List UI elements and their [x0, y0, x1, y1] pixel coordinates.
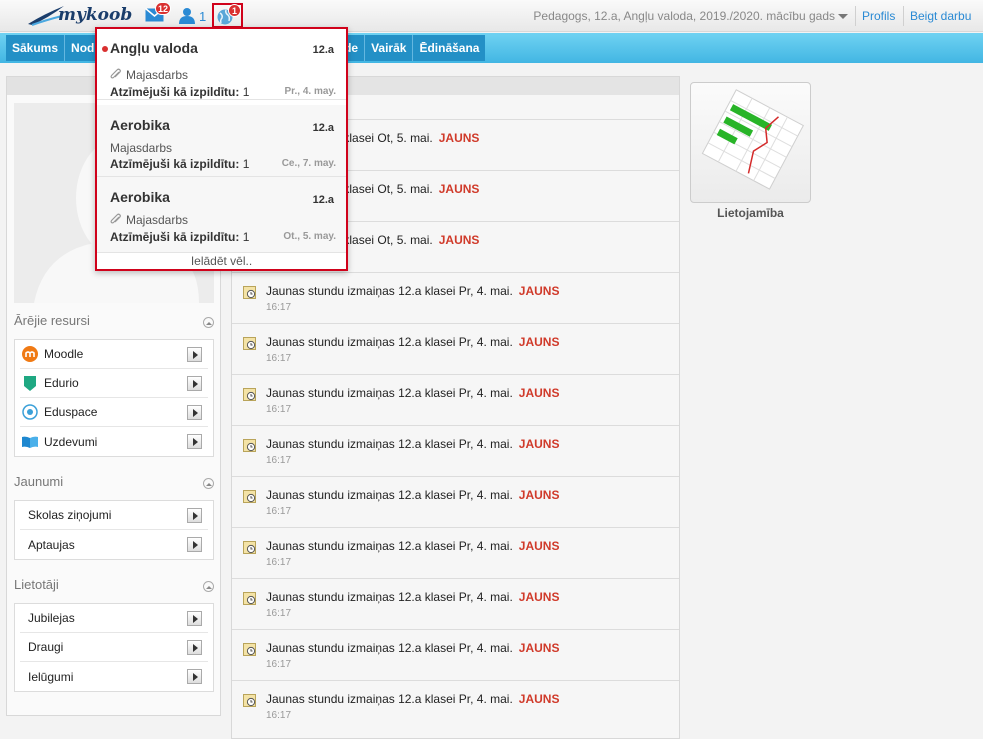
- users-count: 1: [199, 9, 207, 24]
- feed-item-time: 16:17: [266, 302, 292, 313]
- list-item-surveys[interactable]: Aptaujas: [20, 530, 208, 559]
- context-selector[interactable]: Pedagogs, 12.a, Angļu valoda, 2019./2020…: [533, 9, 835, 23]
- unread-dot-icon: [102, 46, 108, 52]
- new-badge: JAUNS: [438, 233, 480, 247]
- feed-item[interactable]: Jaunas stundu izmaiņas 12.a klasei Pr, 4…: [232, 629, 679, 680]
- moodle-icon: [22, 346, 38, 362]
- logo-text: mykoob: [58, 5, 133, 25]
- feed-item-time: 16:17: [266, 455, 292, 466]
- list-item-friends[interactable]: Draugi: [20, 633, 208, 662]
- usability-widget[interactable]: [690, 82, 811, 203]
- new-badge: JAUNS: [438, 131, 480, 145]
- play-button[interactable]: [187, 669, 202, 684]
- timetable-change-icon: [243, 694, 256, 707]
- play-button[interactable]: [187, 537, 202, 552]
- nav-item-edinasana[interactable]: Ēdināšana: [413, 35, 485, 61]
- collapse-icon[interactable]: [203, 581, 214, 592]
- edurio-icon: [22, 375, 38, 391]
- list-item-moodle[interactable]: Moodle: [20, 340, 208, 369]
- timetable-change-icon: [243, 337, 256, 350]
- profile-link[interactable]: Profils: [862, 9, 895, 23]
- divider: [903, 6, 904, 26]
- play-button[interactable]: [187, 405, 202, 420]
- feed-item[interactable]: Jaunas stundu izmaiņas 12.a klasei Pr, 4…: [232, 323, 679, 374]
- list-item-uzdevumi[interactable]: Uzdevumi: [20, 427, 208, 456]
- notifications-badge: 1: [228, 4, 241, 17]
- feed-item[interactable]: Jaunas stundu izmaiņas 12.a klasei Pr, 4…: [232, 527, 679, 578]
- users-list: Jubilejas Draugi Ielūgumi: [14, 603, 214, 692]
- divider: [855, 6, 856, 26]
- collapse-icon[interactable]: [203, 317, 214, 328]
- feed-item[interactable]: Jaunas stundu izmaiņas 12.a klasei Pr, 4…: [232, 680, 679, 731]
- new-badge: JAUNS: [518, 335, 560, 349]
- users-button[interactable]: [179, 7, 195, 27]
- nav-item-sakums[interactable]: Sākums: [6, 35, 66, 61]
- feed-item-time: 16:17: [266, 557, 292, 568]
- timetable-change-icon: [243, 439, 256, 452]
- feed-item[interactable]: Jaunas stundu izmaiņas 12.a klasei Pr, 4…: [232, 374, 679, 425]
- logout-link[interactable]: Beigt darbu: [910, 9, 971, 23]
- feed-item-time: 16:17: [266, 404, 292, 415]
- eduspace-icon: [22, 404, 38, 420]
- timetable-change-icon: [243, 490, 256, 503]
- book-icon: [22, 434, 38, 450]
- notification-item[interactable]: Aerobika 12.a Majasdarbs Atzīmējuši kā i…: [97, 177, 346, 253]
- feed-item-time: 16:17: [266, 506, 292, 517]
- new-badge: JAUNS: [518, 488, 560, 502]
- notification-item[interactable]: Angļu valoda 12.a Majasdarbs Atzīmējuši …: [97, 29, 346, 100]
- list-item-eduspace[interactable]: Eduspace: [20, 398, 208, 427]
- user-icon: [179, 8, 195, 24]
- list-item-edurio[interactable]: Edurio: [20, 369, 208, 398]
- notifications-dropdown: Angļu valoda 12.a Majasdarbs Atzīmējuši …: [95, 27, 348, 271]
- new-badge: JAUNS: [518, 692, 560, 706]
- play-button[interactable]: [187, 508, 202, 523]
- messages-button[interactable]: 12: [145, 2, 172, 25]
- new-badge: JAUNS: [518, 437, 560, 451]
- new-badge: JAUNS: [518, 386, 560, 400]
- collapse-icon[interactable]: [203, 478, 214, 489]
- usability-label: Lietojamība: [717, 206, 784, 220]
- paperclip-icon: [110, 213, 121, 224]
- feed-item[interactable]: Jaunas stundu izmaiņas 12.a klasei Pr, 4…: [232, 578, 679, 629]
- external-resources-list: Moodle Edurio Eduspace Uzdevumi: [14, 339, 214, 457]
- users-title: Lietotāji: [14, 577, 59, 592]
- play-button[interactable]: [187, 434, 202, 449]
- list-item-school-messages[interactable]: Skolas ziņojumi: [20, 501, 208, 530]
- new-badge: JAUNS: [518, 641, 560, 655]
- notification-item[interactable]: Aerobika 12.a Majasdarbs Atzīmējuši kā i…: [97, 105, 346, 177]
- nav-item-vairak[interactable]: Vairāk: [365, 35, 414, 61]
- feed-item-time: 16:17: [266, 608, 292, 619]
- news-list: Skolas ziņojumi Aptaujas: [14, 500, 214, 560]
- play-button[interactable]: [187, 640, 202, 655]
- play-button[interactable]: [187, 347, 202, 362]
- timetable-change-icon: [243, 541, 256, 554]
- play-button[interactable]: [187, 611, 202, 626]
- new-badge: JAUNS: [438, 182, 480, 196]
- load-more-link[interactable]: Ielādēt vēl..: [97, 254, 346, 268]
- timetable-change-icon: [243, 643, 256, 656]
- new-badge: JAUNS: [518, 590, 560, 604]
- play-button[interactable]: [187, 376, 202, 391]
- timetable-change-icon: [243, 286, 256, 299]
- new-badge: JAUNS: [518, 539, 560, 553]
- messages-badge: 12: [155, 2, 172, 15]
- timetable-change-icon: [243, 592, 256, 605]
- list-item-birthdays[interactable]: Jubilejas: [20, 604, 208, 633]
- feed-item-time: 16:17: [266, 353, 292, 364]
- paperclip-icon: [110, 68, 121, 79]
- notifications-button[interactable]: 1: [212, 3, 243, 28]
- spreadsheet-chart-icon: [701, 89, 805, 190]
- feed-item-time: 16:17: [266, 710, 292, 721]
- chevron-down-icon[interactable]: [838, 14, 848, 19]
- feed-item[interactable]: Jaunas stundu izmaiņas 12.a klasei Pr, 4…: [232, 272, 679, 323]
- feed-item-time: 16:17: [266, 659, 292, 670]
- mykoob-logo[interactable]: mykoob: [26, 4, 132, 26]
- feed-item[interactable]: Jaunas stundu izmaiņas 12.a klasei Pr, 4…: [232, 425, 679, 476]
- external-resources-title: Ārējie resursi: [14, 313, 90, 328]
- new-badge: JAUNS: [518, 284, 560, 298]
- list-item-invitations[interactable]: Ielūgumi: [20, 662, 208, 691]
- timetable-change-icon: [243, 388, 256, 401]
- feed-item[interactable]: Jaunas stundu izmaiņas 12.a klasei Pr, 4…: [232, 476, 679, 527]
- news-title: Jaunumi: [14, 474, 64, 489]
